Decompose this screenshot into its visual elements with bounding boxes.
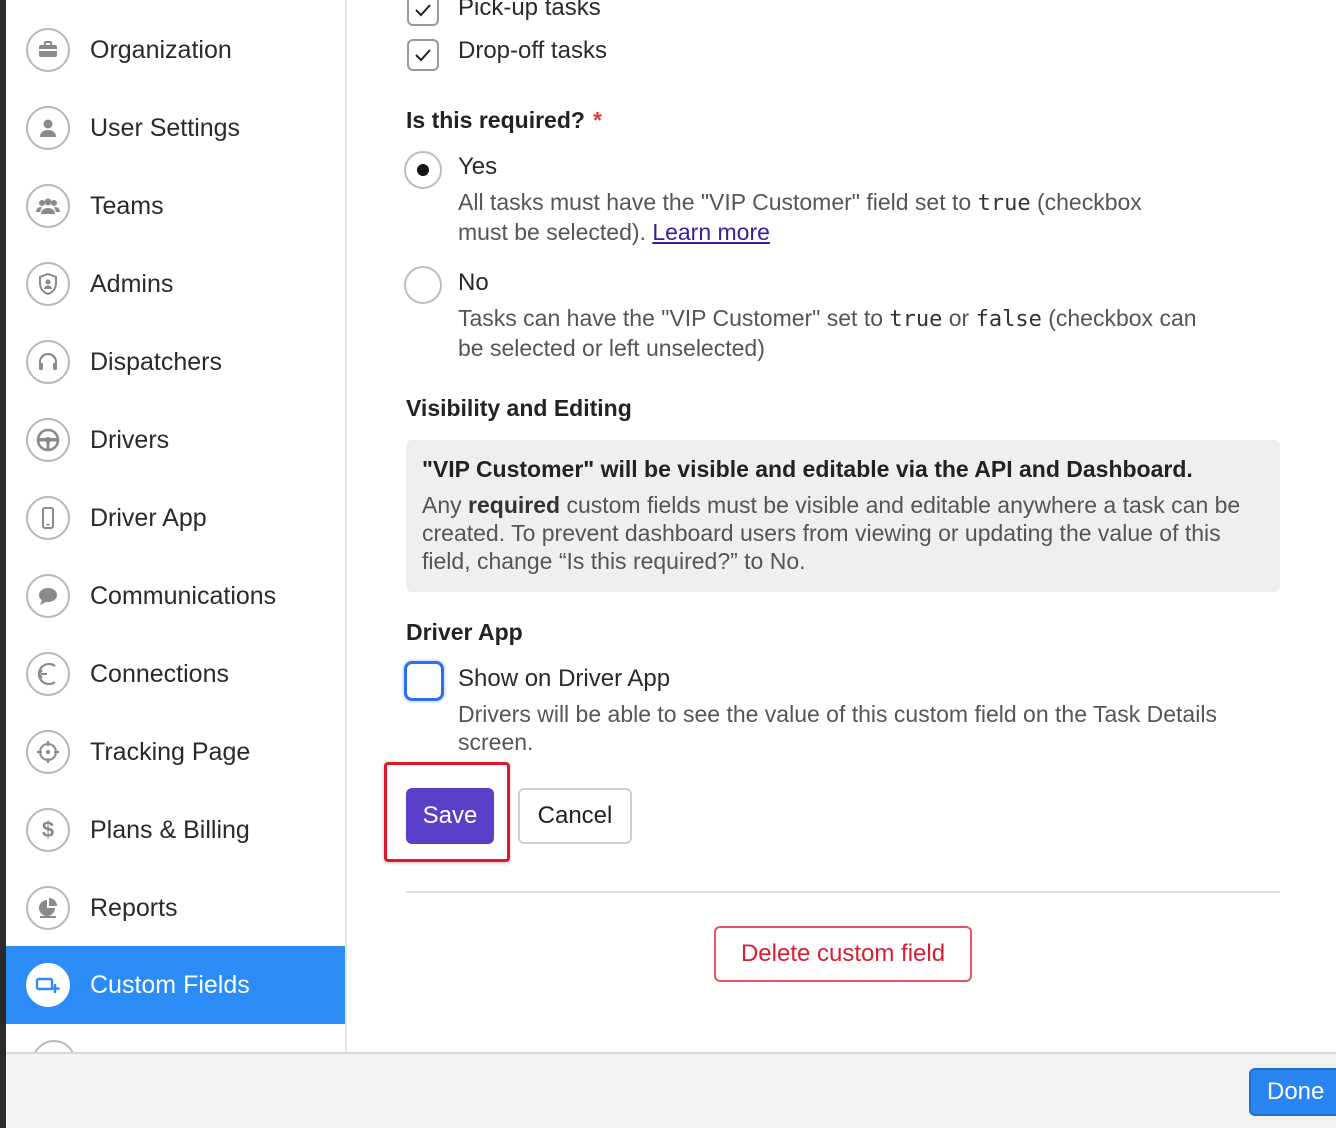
phone-icon	[26, 496, 70, 540]
cancel-button[interactable]: Cancel	[518, 788, 632, 844]
sidebar-item-teams[interactable]: Teams	[6, 167, 345, 245]
show-on-driver-app-label: Show on Driver App	[458, 665, 671, 692]
sidebar-item-driver-app[interactable]: Driver App	[6, 479, 345, 557]
chat-bubble-icon	[26, 574, 70, 618]
pie-chart-icon	[26, 886, 70, 930]
required-yes-description: All tasks must have the "VIP Customer" f…	[458, 189, 1142, 245]
check-icon	[415, 4, 431, 17]
sidebar-item-label: Admins	[90, 269, 174, 298]
required-heading: Is this required? *	[406, 107, 602, 133]
dropoff-tasks-checkbox[interactable]	[407, 39, 439, 71]
required-no-label: No	[458, 269, 489, 296]
crosshair-icon	[26, 730, 70, 774]
sidebar-item-label: User Settings	[90, 113, 241, 142]
visibility-info-body: Any required custom fields must be visib…	[422, 492, 1241, 574]
pickup-tasks-checkbox[interactable]	[407, 0, 439, 26]
show-on-driver-app-checkbox[interactable]	[404, 661, 444, 701]
sidebar-item-label: Driver App	[90, 503, 207, 532]
steering-wheel-icon	[26, 418, 70, 462]
sidebar-item-user-settings[interactable]: User Settings	[6, 89, 345, 167]
driver-app-heading: Driver App	[406, 619, 523, 645]
pickup-tasks-label: Pick-up tasks	[458, 0, 601, 21]
radio-selected-dot	[417, 164, 429, 176]
shield-user-icon	[26, 262, 70, 306]
sidebar-item-dispatchers[interactable]: Dispatchers	[6, 323, 345, 401]
learn-more-link[interactable]: Learn more	[652, 219, 770, 245]
user-icon	[26, 106, 70, 150]
sidebar-item-label: Reports	[90, 893, 178, 922]
sidebar-item-label: Teams	[90, 191, 164, 220]
svg-text:$: $	[42, 818, 54, 842]
sidebar-item-label: Dispatchers	[90, 347, 222, 376]
required-yes-label: Yes	[458, 153, 498, 180]
driver-app-description: Drivers will be able to see the value of…	[458, 701, 1217, 755]
sidebar-item-label: Custom Fields	[90, 970, 250, 999]
sidebar-item-label: Connections	[90, 659, 229, 688]
sidebar-item-connections[interactable]: Connections	[6, 635, 345, 713]
visibility-heading: Visibility and Editing	[406, 395, 632, 421]
sidebar-item-reports[interactable]: Reports	[6, 869, 345, 947]
dialog-footer	[6, 1052, 1336, 1128]
visibility-info-box: "VIP Customer" will be visible and edita…	[406, 440, 1280, 592]
sidebar-item-communications[interactable]: Communications	[6, 557, 345, 635]
sidebar-next-item-icon	[32, 1040, 76, 1052]
sidebar-item-label: Communications	[90, 581, 277, 610]
section-divider	[406, 891, 1280, 893]
dropoff-tasks-label: Drop-off tasks	[458, 37, 607, 64]
dollar-icon: $	[26, 808, 70, 852]
sidebar-item-custom-fields[interactable]: Custom Fields	[6, 946, 345, 1024]
sidebar-item-organization[interactable]: Organization	[6, 11, 345, 89]
sidebar-item-drivers[interactable]: Drivers	[6, 401, 345, 479]
sidebar-item-label: Drivers	[90, 425, 170, 454]
save-button[interactable]: Save	[406, 788, 494, 844]
custom-field-icon	[26, 963, 70, 1007]
required-no-radio[interactable]	[404, 266, 442, 304]
sidebar-item-label: Plans & Billing	[90, 815, 250, 844]
connection-icon	[26, 652, 70, 696]
delete-custom-field-button[interactable]: Delete custom field	[714, 926, 972, 982]
sidebar-item-tracking-page[interactable]: Tracking Page	[6, 713, 345, 791]
briefcase-icon	[26, 28, 70, 72]
sidebar-item-plans-billing[interactable]: $ Plans & Billing	[6, 791, 345, 869]
headset-icon	[26, 340, 70, 384]
check-icon	[415, 49, 431, 62]
required-star: *	[592, 107, 602, 133]
sidebar-item-label: Tracking Page	[90, 737, 251, 766]
settings-sidebar: Organization User Settings Teams Admins …	[6, 0, 347, 1052]
team-icon	[26, 184, 70, 228]
required-yes-radio[interactable]	[404, 151, 442, 189]
required-no-description: Tasks can have the "VIP Customer" set to…	[458, 305, 1197, 361]
sidebar-item-label: Organization	[90, 35, 232, 64]
done-button[interactable]: Done	[1249, 1068, 1336, 1116]
sidebar-item-admins[interactable]: Admins	[6, 245, 345, 323]
visibility-info-title: "VIP Customer" will be visible and edita…	[422, 456, 1193, 482]
